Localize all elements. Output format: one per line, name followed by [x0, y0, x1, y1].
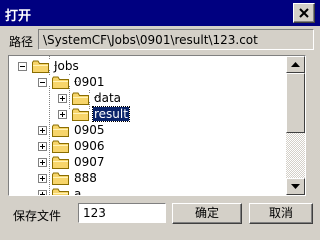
- folder-tree[interactable]: Jobs 0901 data result 0905 0906 0907 888 a: [8, 55, 306, 196]
- tree-item-label: 0907: [74, 155, 105, 169]
- tree-item-label: 0906: [74, 139, 105, 153]
- folder-icon: [52, 76, 70, 92]
- tree-item-label: Jobs: [54, 59, 79, 73]
- expand-icon[interactable]: [38, 190, 47, 195]
- folder-icon: [52, 156, 70, 172]
- folder-icon: [72, 108, 90, 124]
- expand-icon[interactable]: [58, 94, 67, 103]
- close-icon: [299, 8, 309, 18]
- tree-scrollbar[interactable]: [286, 56, 305, 195]
- cancel-button[interactable]: 取消: [249, 203, 313, 224]
- tree-item-label: 888: [74, 171, 97, 185]
- arrow-up-icon: [291, 62, 300, 67]
- tree-item-label: 0901: [74, 75, 105, 89]
- path-label: 路径: [9, 35, 34, 49]
- expand-icon[interactable]: [38, 158, 47, 167]
- expand-icon[interactable]: [38, 174, 47, 183]
- expand-icon[interactable]: [38, 126, 47, 135]
- filename-input[interactable]: [78, 203, 166, 223]
- folder-icon: [52, 172, 70, 188]
- tree-item-label: a: [74, 187, 82, 196]
- scroll-down-button[interactable]: [286, 178, 305, 195]
- tree-item-label: result: [92, 106, 130, 122]
- expand-icon[interactable]: [58, 110, 67, 119]
- tree-item-label: 0905: [74, 123, 105, 137]
- title-bar: 打开: [0, 0, 320, 26]
- tree-lines: [49, 56, 100, 195]
- folder-icon: [72, 92, 90, 108]
- folder-icon: [52, 124, 70, 140]
- tree-item-label: data: [94, 91, 122, 105]
- ok-button[interactable]: 确定: [172, 203, 242, 224]
- dialog-title: 打开: [5, 9, 32, 24]
- scroll-up-button[interactable]: [286, 56, 305, 73]
- collapse-icon[interactable]: [38, 78, 47, 87]
- expand-icon[interactable]: [38, 142, 47, 151]
- scroll-thumb[interactable]: [286, 73, 305, 133]
- folder-icon: [52, 140, 70, 156]
- arrow-down-icon: [291, 184, 300, 189]
- save-file-label: 保存文件: [13, 209, 62, 223]
- path-field: \SystemCF\Jobs\0901\result\123.cot: [38, 29, 314, 50]
- folder-icon: [32, 60, 50, 76]
- collapse-icon[interactable]: [18, 62, 27, 71]
- folder-icon: [52, 188, 70, 195]
- close-button[interactable]: [293, 3, 315, 23]
